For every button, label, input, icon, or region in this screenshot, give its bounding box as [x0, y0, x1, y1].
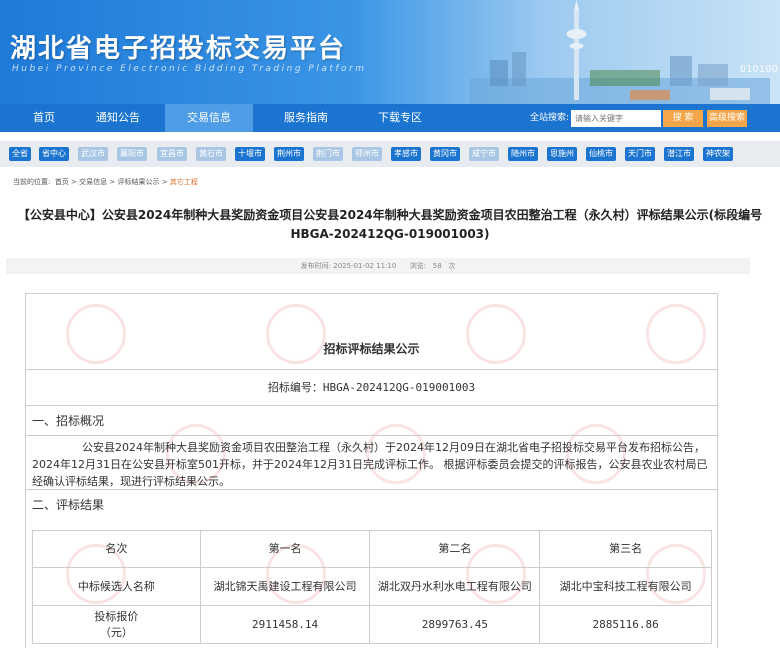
nav-downloads[interactable]: 下载专区 — [356, 104, 444, 132]
table-cell: 2899763.45 — [369, 605, 541, 644]
site-subtitle: Hubei Province Electronic Bidding Tradin… — [12, 64, 367, 74]
breadcrumb-home[interactable]: 首页 — [55, 178, 69, 186]
table-cell: 2911458.14 — [199, 605, 371, 644]
region-bar: 全省 省中心 武汉市 襄阳市 宜昌市 黄石市 十堰市 荆州市 荆门市 鄂州市 孝… — [0, 141, 780, 167]
region-item[interactable]: 潜江市 — [664, 147, 694, 161]
table-header-row: 名次 第一名 第二名 第三名 — [32, 530, 712, 568]
table-row: 中标候选人名称 湖北锦天禹建设工程有限公司 湖北双丹水利水电工程有限公司 湖北中… — [32, 567, 712, 606]
table-cell: 湖北中宝科技工程有限公司 — [539, 567, 712, 606]
table-header: 第三名 — [539, 530, 712, 568]
advanced-search-button[interactable]: 高级搜索 — [707, 110, 747, 127]
page-title: 【公安县中心】公安县2024年制种大县奖励资金项目公安县2024年制种大县奖励资… — [17, 208, 763, 241]
region-item[interactable]: 宜昌市 — [157, 147, 187, 161]
results-table: 名次 第一名 第二名 第三名 中标候选人名称 湖北锦天禹建设工程有限公司 湖北双… — [32, 530, 712, 644]
breadcrumb-prefix: 当前的位置: — [13, 178, 51, 186]
table-cell: 中标候选人名称 — [32, 567, 201, 606]
views-unit: 次 — [448, 262, 456, 270]
region-item[interactable]: 襄阳市 — [117, 147, 147, 161]
breadcrumb-sep: > — [161, 178, 168, 186]
table-header: 名次 — [32, 530, 201, 568]
breadcrumb-sep: > — [71, 178, 77, 186]
search-input[interactable] — [571, 110, 661, 127]
search-button[interactable]: 搜 索 — [663, 110, 703, 127]
table-row: 投标报价 （元） 2911458.14 2899763.45 2885116.8… — [32, 605, 712, 644]
region-item[interactable]: 荆州市 — [274, 147, 304, 161]
nav-service-guide[interactable]: 服务指南 — [262, 104, 350, 132]
nav-trade-info[interactable]: 交易信息 — [165, 104, 253, 132]
site-banner: 湖北省电子招投标交易平台 Hubei Province Electronic B… — [0, 0, 780, 104]
region-item[interactable]: 孝感市 — [391, 147, 421, 161]
announcement-document: 招标评标结果公示 招标编号：HBGA-202412QG-019001003 一、… — [25, 293, 718, 648]
bid-number: 招标编号：HBGA-202412QG-019001003 — [26, 370, 717, 406]
region-item[interactable]: 武汉市 — [78, 147, 108, 161]
publish-time: 2025-01-02 11:10 — [333, 262, 397, 270]
table-cell: 投标报价 （元） — [32, 605, 201, 644]
region-item[interactable]: 随州市 — [508, 147, 538, 161]
views-count: 58 — [432, 262, 442, 270]
table-header: 第一名 — [199, 530, 371, 568]
region-item[interactable]: 鄂州市 — [352, 147, 382, 161]
search-label: 全站搜索: — [530, 113, 570, 123]
table-cell: 湖北锦天禹建设工程有限公司 — [199, 567, 371, 606]
banner-code: 010100 — [739, 64, 778, 75]
city-skyline-illustration — [470, 0, 770, 104]
publish-label: 发布时间: — [300, 262, 331, 270]
region-item[interactable]: 省中心 — [39, 147, 69, 161]
article-meta: 发布时间: 2025-01-02 11:10 浏览: 58 次 — [6, 258, 750, 274]
region-item[interactable]: 荆门市 — [313, 147, 343, 161]
breadcrumb-results[interactable]: 评标结果公示 — [118, 178, 160, 186]
overview-paragraph: 公安县2024年制种大县奖励资金项目农田整治工程（永久村）于2024年12月09… — [26, 436, 717, 490]
table-cell: 2885116.86 — [539, 605, 712, 644]
nav-notices[interactable]: 通知公告 — [74, 104, 162, 132]
region-item[interactable]: 天门市 — [625, 147, 655, 161]
table-header: 第二名 — [369, 530, 541, 568]
document-heading: 招标评标结果公示 — [26, 294, 717, 370]
main-nav: 首页 通知公告 交易信息 服务指南 下载专区 全站搜索: 搜 索 高级搜索 — [0, 104, 780, 132]
site-title: 湖北省电子招投标交易平台 — [10, 34, 347, 64]
region-item[interactable]: 黄石市 — [196, 147, 226, 161]
breadcrumb: 当前的位置: 首页 > 交易信息 > 评标结果公示 > 其它工程 — [13, 177, 198, 187]
breadcrumb-current: 其它工程 — [169, 178, 198, 186]
region-item[interactable]: 全省 — [9, 147, 31, 161]
region-item[interactable]: 咸宁市 — [469, 147, 499, 161]
breadcrumb-sep: > — [109, 178, 116, 186]
region-item[interactable]: 神农架 — [703, 147, 733, 161]
region-item[interactable]: 恩施州 — [547, 147, 577, 161]
breadcrumb-trade-info[interactable]: 交易信息 — [79, 178, 107, 186]
region-item[interactable]: 仙桃市 — [586, 147, 616, 161]
region-item[interactable]: 十堰市 — [235, 147, 265, 161]
table-cell: 湖北双丹水利水电工程有限公司 — [369, 567, 541, 606]
section-results-heading: 二、评标结果 — [32, 498, 105, 512]
views-label: 浏览: — [409, 262, 427, 270]
region-item[interactable]: 黄冈市 — [430, 147, 460, 161]
section-overview-heading: 一、招标概况 — [26, 406, 717, 436]
